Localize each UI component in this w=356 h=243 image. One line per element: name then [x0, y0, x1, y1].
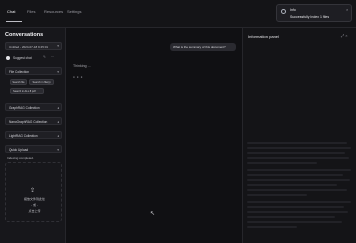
- quick-upload-label: Quick Upload: [9, 147, 29, 152]
- collection-label: LightRAG Collection: [9, 133, 38, 138]
- information-panel: Information panel ⤢ ×: [242, 28, 356, 243]
- text-line: [247, 152, 345, 154]
- assistant-status: Thinking ...: [73, 64, 91, 68]
- conversation-select[interactable]: Untitled - 2024-07-18 9:45:01 ▾: [5, 42, 62, 50]
- text-line: [247, 157, 349, 159]
- typing-indicator: ● ● ●: [73, 75, 84, 79]
- conversations-sidebar: Conversations Untitled - 2024-07-18 9:45…: [0, 28, 66, 243]
- text-line: [247, 147, 351, 149]
- chat-actions-icons[interactable]: ✎ ⋯: [43, 55, 56, 59]
- close-icon[interactable]: ×: [346, 7, 348, 12]
- info-icon: [281, 9, 286, 14]
- mouse-cursor-icon: ↖: [150, 211, 156, 217]
- drop-hint-or: - 或 -: [31, 203, 38, 207]
- nanographrag-collection-header[interactable]: NanoGraphRAG Collection ◂: [5, 117, 62, 125]
- graphrag-collection-header[interactable]: GraphRAG Collection ◂: [5, 103, 62, 111]
- tab-files[interactable]: Files: [27, 9, 35, 14]
- collection-label: NanoGraphRAG Collection: [9, 119, 48, 124]
- toast-message: Successfully Index 1 files: [290, 15, 330, 19]
- chevron-down-icon: ▾: [57, 44, 59, 48]
- top-nav-bar: Chat Files Resources Settings Info Succe…: [0, 0, 356, 28]
- text-line: [247, 216, 335, 218]
- text-line: [247, 162, 317, 164]
- file-collection-header[interactable]: File Collection ▾: [5, 67, 62, 75]
- chat-list-item[interactable]: Suggest chat ✎ ⋯: [5, 54, 62, 61]
- file-drop-zone[interactable]: ⇪ 拖放文件到此处 - 或 - 点击上传: [5, 162, 62, 222]
- text-line: [247, 174, 343, 176]
- text-line: [247, 169, 351, 171]
- expand-icon: ◂: [57, 105, 59, 110]
- user-message-bubble: What is the summary of this document?: [170, 43, 236, 51]
- tab-resources[interactable]: Resources: [44, 9, 63, 14]
- info-panel-content: [247, 142, 353, 238]
- upload-icon: ⇪: [30, 188, 36, 194]
- drop-hint: 拖放文件到此处: [23, 197, 45, 201]
- text-line: [247, 194, 307, 196]
- text-line: [247, 206, 344, 208]
- chat-area: What is the summary of this document? Th…: [66, 28, 242, 243]
- search-scope-select[interactable]: Search in ALL 8 pdf: [10, 88, 44, 94]
- text-line: [247, 189, 347, 191]
- text-line: [247, 201, 351, 203]
- click-to-upload[interactable]: 点击上传: [6, 209, 63, 213]
- collection-label: GraphRAG Collection: [9, 105, 40, 110]
- upload-status: Indexing completed.: [7, 156, 34, 160]
- panel-controls-icons[interactable]: ⤢ ×: [341, 33, 348, 38]
- chat-item-label: Suggest chat: [13, 55, 32, 60]
- text-line: [247, 184, 337, 186]
- toggle-icon[interactable]: [6, 55, 10, 60]
- expand-icon: ◂: [57, 119, 59, 124]
- search-in-files-button[interactable]: Search in file(s): [29, 79, 54, 85]
- lightrag-collection-header[interactable]: LightRAG Collection ◂: [5, 131, 62, 139]
- file-collection-label: File Collection: [9, 69, 30, 74]
- text-line: [247, 142, 347, 144]
- text-line: [247, 221, 342, 223]
- info-panel-title: Information panel: [248, 34, 279, 39]
- tab-settings[interactable]: Settings: [67, 9, 81, 14]
- expand-icon: ◂: [57, 133, 59, 138]
- toast-title: Info: [290, 8, 296, 12]
- tab-chat[interactable]: Chat: [7, 9, 15, 14]
- sidebar-title: Conversations: [5, 32, 44, 38]
- info-toast: Info Successfully Index 1 files ×: [276, 4, 352, 22]
- quick-upload-header[interactable]: Quick Upload ▾: [5, 145, 62, 153]
- search-file-button[interactable]: Search file: [10, 79, 27, 85]
- text-line: [247, 211, 348, 213]
- conversation-select-value: Untitled - 2024-07-18 9:45:01: [9, 44, 49, 49]
- active-tab-indicator: [6, 21, 22, 22]
- collapse-icon: ▾: [57, 69, 59, 74]
- collapse-icon: ▾: [57, 147, 59, 152]
- text-line: [247, 226, 297, 228]
- text-line: [247, 179, 350, 181]
